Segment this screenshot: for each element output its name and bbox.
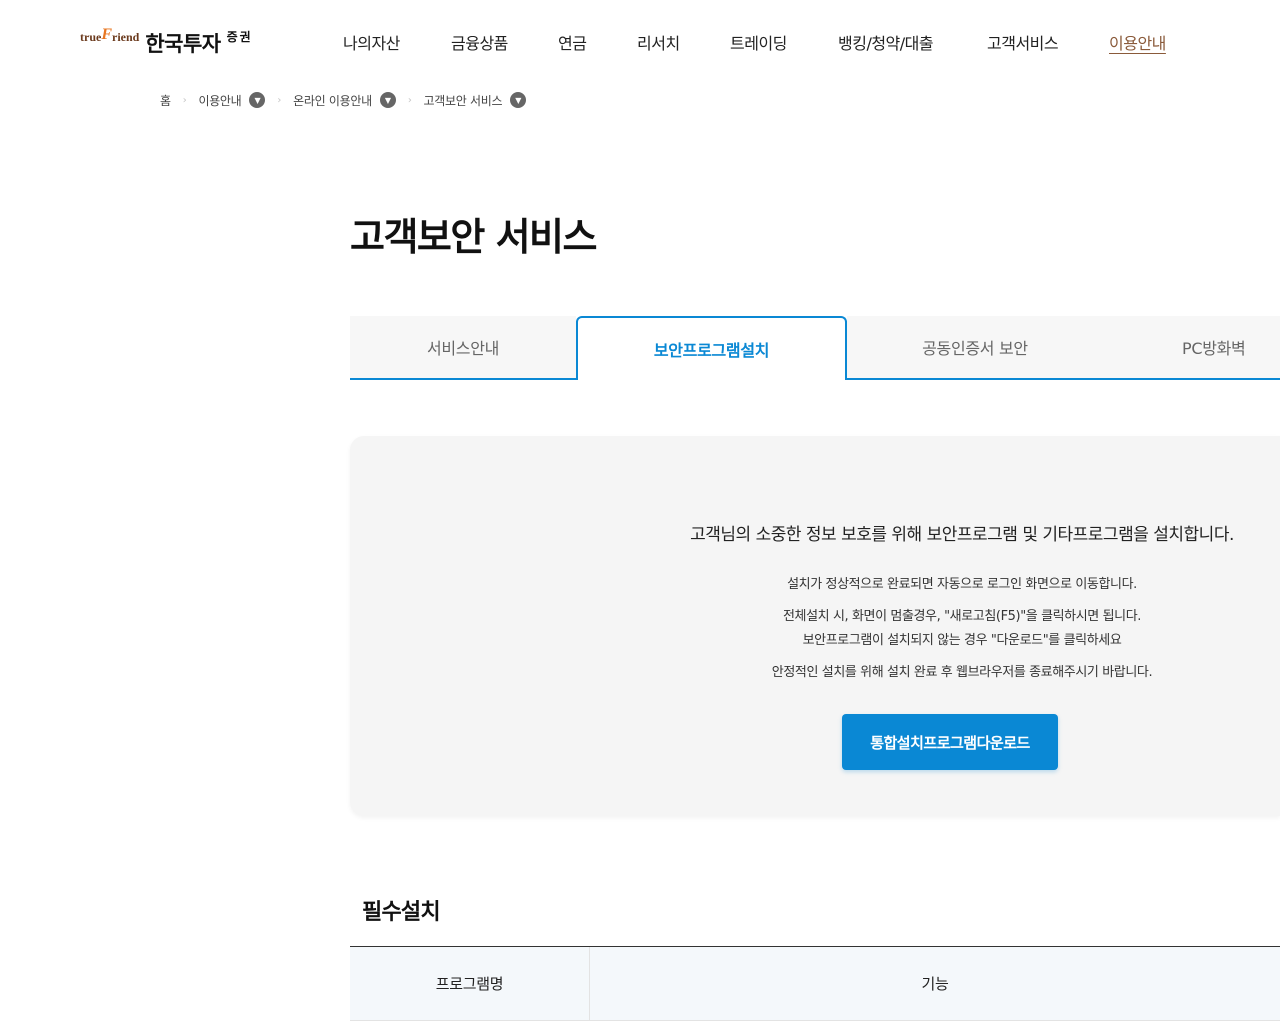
nav-pension[interactable]: 연금 <box>558 30 587 54</box>
breadcrumb-item-online-guide[interactable]: 온라인 이용안내 <box>293 92 372 109</box>
breadcrumb-dropdown-icon[interactable]: ▼ <box>249 92 266 108</box>
tab-certificate-security[interactable]: 공동인증서 보안 <box>847 316 1103 378</box>
breadcrumb-home[interactable]: 홈 <box>160 92 171 109</box>
tab-service-guide[interactable]: 서비스안내 <box>350 316 576 378</box>
install-note: 설치가 정상적으로 완료되면 자동으로 로그인 화면으로 이동합니다. <box>787 577 1137 592</box>
breadcrumb-dropdown-icon[interactable]: ▼ <box>510 92 527 108</box>
tab-bar: 서비스안내 보안프로그램설치 공동인증서 보안 PC방화벽 <box>350 316 1280 380</box>
breadcrumb-separator-icon: › <box>277 94 282 106</box>
breadcrumb-item-security-service[interactable]: 고객보안 서비스 <box>424 92 503 109</box>
nav-customer-service[interactable]: 고객서비스 <box>987 30 1059 54</box>
breadcrumb-separator-icon: › <box>182 94 187 106</box>
breadcrumb-item-usage-guide[interactable]: 이용안내 <box>198 92 241 109</box>
nav-usage-guide[interactable]: 이용안내 <box>1109 30 1166 54</box>
install-headline: 고객님의 소중한 정보 보호를 위해 보안프로그램 및 기타프로그램을 설치합니… <box>690 525 1234 545</box>
section-title-required: 필수설치 <box>362 900 441 925</box>
breadcrumb-dropdown-icon[interactable]: ▼ <box>379 92 396 108</box>
nav-trading[interactable]: 트레이딩 <box>730 30 787 54</box>
column-header-program-name: 프로그램명 <box>350 947 590 1020</box>
nav-research[interactable]: 리서치 <box>637 30 680 54</box>
breadcrumb-separator-icon: › <box>407 94 412 106</box>
nav-financial-products[interactable]: 금융상품 <box>451 30 508 54</box>
tab-pc-firewall[interactable]: PC방화벽 <box>1103 316 1280 378</box>
page: true F riend 한국투자 증권 나의자산 금융상품 연금 리서치 트레… <box>0 0 1280 1024</box>
page-title: 고객보안 서비스 <box>350 215 597 259</box>
tab-security-install[interactable]: 보안프로그램설치 <box>576 316 847 380</box>
install-note: 안정적인 설치를 위해 설치 완료 후 웹브라우저를 종료해주시기 바랍니다. <box>771 665 1153 680</box>
install-info-panel: 고객님의 소중한 정보 보호를 위해 보안프로그램 및 기타프로그램을 설치합니… <box>350 436 1280 816</box>
table-header-row: 프로그램명 기능 <box>350 947 1280 1021</box>
nav-my-assets[interactable]: 나의자산 <box>343 30 400 54</box>
install-note: 전체설치 시, 화면이 멈출경우, "새로고침(F5)"을 클릭하시면 됩니다. <box>782 609 1142 624</box>
column-header-function: 기능 <box>921 975 949 993</box>
nav-banking[interactable]: 뱅킹/청약/대출 <box>838 30 934 54</box>
breadcrumb: 홈 › 이용안내 ▼ › 온라인 이용안내 ▼ › 고객보안 서비스 ▼ <box>160 90 527 110</box>
required-programs-table: 프로그램명 기능 <box>350 946 1280 1021</box>
download-installer-button[interactable]: 통합설치프로그램다운로드 <box>842 714 1058 770</box>
main-nav: 나의자산 금융상품 연금 리서치 트레이딩 뱅킹/청약/대출 고객서비스 이용안… <box>0 30 1280 54</box>
install-note: 보안프로그램이 설치되지 않는 경우 "다운로드"를 클릭하세요 <box>802 633 1122 648</box>
